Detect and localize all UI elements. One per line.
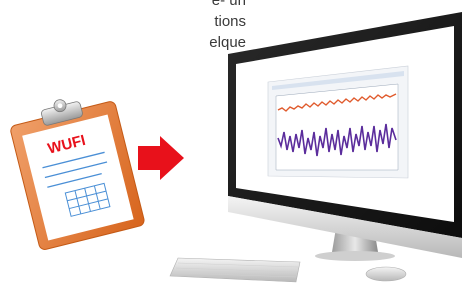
desktop-computer-icon: [169, 12, 462, 283]
mouse-icon: [365, 266, 407, 282]
keyboard-icon: [169, 257, 301, 283]
screen-chart: [267, 65, 409, 179]
